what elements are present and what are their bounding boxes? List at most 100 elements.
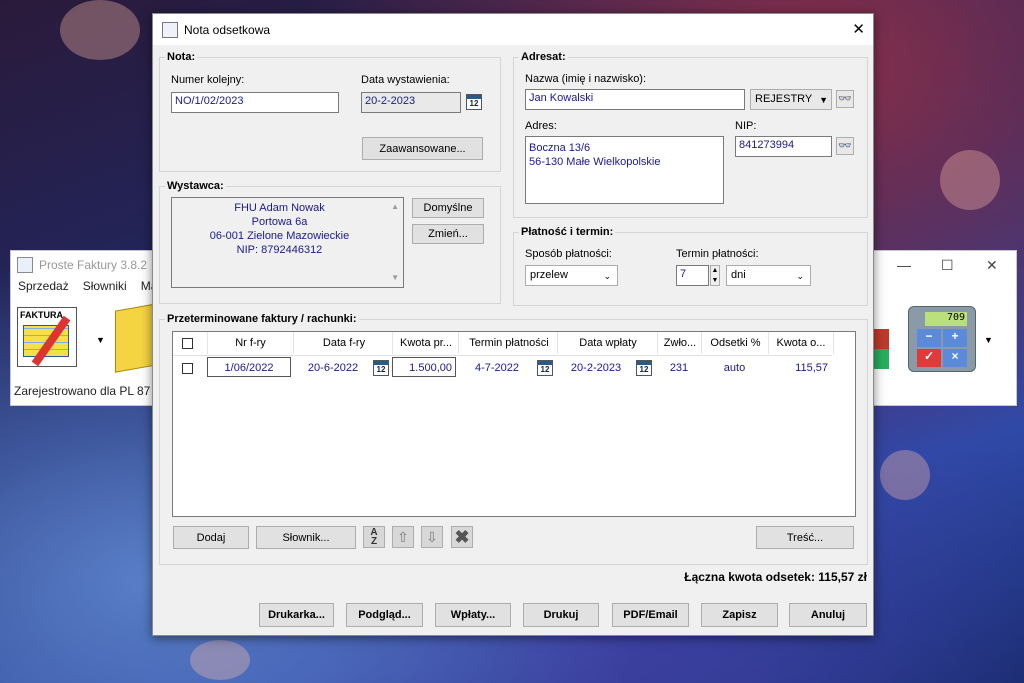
- cell-due-date[interactable]: 4-7-2022: [458, 358, 536, 378]
- column-header[interactable]: Kwota pr...: [392, 332, 459, 354]
- faktura-toolbar-icon[interactable]: FAKTURA: [17, 303, 79, 369]
- binoculars-icon[interactable]: 👓: [836, 137, 854, 155]
- calendar-icon[interactable]: 12: [537, 360, 553, 376]
- cell-invoice-date[interactable]: 20-6-2022: [293, 358, 373, 378]
- app-logo-icon: [17, 257, 33, 273]
- scroll-up-icon[interactable]: ▲: [391, 200, 399, 214]
- folder-toolbar-icon[interactable]: [115, 303, 157, 373]
- platnosc-group-title: Płatność i termin:: [519, 226, 616, 238]
- table-header: Nr f-ry Data f-ry Kwota pr... Termin pła…: [173, 332, 834, 356]
- bokeh-light: [880, 450, 930, 500]
- invoices-table: Nr f-ry Data f-ry Kwota pr... Termin pła…: [172, 331, 856, 517]
- column-header[interactable]: Nr f-ry: [207, 332, 293, 354]
- preview-button[interactable]: Podgląd...: [346, 603, 423, 627]
- menu-item-slowniki[interactable]: Słowniki: [83, 279, 127, 299]
- registers-label: REJESTRY: [755, 93, 813, 105]
- dialog-titlebar: Nota odsetkowa ✕: [153, 14, 873, 45]
- print-button[interactable]: Drukuj: [523, 603, 599, 627]
- cell-invoice-number[interactable]: 1/06/2022: [207, 357, 291, 377]
- address-label: Adres:: [525, 120, 557, 132]
- move-up-icon[interactable]: ⇧: [392, 526, 414, 548]
- cell-interest-amount[interactable]: 115,57: [768, 358, 830, 378]
- printer-settings-button[interactable]: Drukarka...: [259, 603, 334, 627]
- default-issuer-button[interactable]: Domyślne: [412, 198, 484, 218]
- adresat-group-title: Adresat:: [519, 51, 568, 63]
- pdf-email-button[interactable]: PDF/Email: [612, 603, 689, 627]
- select-all-checkbox[interactable]: [182, 338, 193, 349]
- address-line: Boczna 13/6: [529, 142, 591, 154]
- minimize-icon[interactable]: —: [897, 257, 911, 273]
- add-row-button[interactable]: Dodaj: [173, 526, 249, 549]
- background-app-title: Proste Faktury 3.8.2: [39, 258, 148, 272]
- payment-method-label: Sposób płatności:: [525, 248, 612, 260]
- calendar-icon[interactable]: 12: [466, 94, 482, 110]
- chevron-down-icon: ▼: [819, 95, 828, 105]
- content-button[interactable]: Treść...: [756, 526, 854, 549]
- issue-date-input[interactable]: 20-2-2023: [361, 92, 461, 113]
- payments-button[interactable]: Wpłaty...: [435, 603, 511, 627]
- close-icon[interactable]: ✕: [986, 257, 998, 274]
- column-header[interactable]: Data wpłaty: [557, 332, 658, 354]
- nip-input[interactable]: 841273994: [735, 136, 832, 157]
- payment-term-input[interactable]: 7: [676, 265, 709, 286]
- number-input[interactable]: NO/1/02/2023: [171, 92, 339, 113]
- issuer-line: NIP: 8792446312: [236, 244, 323, 256]
- change-issuer-button[interactable]: Zmień...: [412, 224, 484, 244]
- chevron-down-icon[interactable]: ▼: [96, 335, 105, 345]
- chevron-down-icon[interactable]: ▼: [984, 335, 993, 345]
- background-app-status: Zarejestrowano dla PL 87: [14, 384, 151, 398]
- issuer-line: 06-001 Zielone Mazowieckie: [209, 230, 350, 242]
- save-button[interactable]: Zapisz: [701, 603, 778, 627]
- payment-term-unit-value: dni: [731, 269, 746, 281]
- bokeh-light: [940, 150, 1000, 210]
- total-interest: Łączna kwota odsetek: 115,57 zł: [684, 570, 867, 584]
- registers-dropdown[interactable]: REJESTRY ▼: [750, 89, 832, 110]
- address-textarea[interactable]: Boczna 13/6 56-130 Małe Wielkopolskie: [525, 136, 724, 204]
- menu-item-sprzedaz[interactable]: Sprzedaż: [18, 279, 69, 299]
- cell-interest-rate[interactable]: auto: [701, 358, 768, 378]
- payment-term-spinner[interactable]: ▲ ▼: [710, 265, 720, 286]
- binoculars-icon[interactable]: 👓: [836, 90, 854, 108]
- close-icon[interactable]: ✕: [852, 20, 865, 38]
- issuer-line: FHU Adam Nowak: [234, 202, 325, 214]
- issue-date-label: Data wystawienia:: [361, 74, 450, 86]
- faktura-icon-label: FAKTURA: [20, 310, 63, 320]
- row-checkbox[interactable]: [182, 363, 193, 374]
- nota-group-title: Nota:: [165, 51, 198, 63]
- calendar-icon[interactable]: 12: [636, 360, 652, 376]
- scroll-down-icon[interactable]: ▼: [391, 271, 399, 285]
- advanced-button[interactable]: Zaawansowane...: [362, 137, 483, 160]
- chevron-down-icon: ⌄: [796, 271, 804, 281]
- cell-payment-date[interactable]: 20-2-2023: [557, 358, 635, 378]
- calendar-icon[interactable]: 12: [373, 360, 389, 376]
- issuer-textbox[interactable]: FHU Adam Nowak Portowa 6a 06-001 Zielone…: [171, 197, 404, 288]
- dictionary-button[interactable]: Słownik...: [256, 526, 356, 549]
- table-row[interactable]: 1/06/2022 20-6-2022 12 1.500,00 4-7-2022…: [173, 356, 832, 379]
- payment-term-unit-select[interactable]: dni ⌄: [726, 265, 811, 286]
- payment-method-select[interactable]: przelew ⌄: [525, 265, 618, 286]
- column-header[interactable]: Termin płatności: [458, 332, 559, 354]
- delete-row-icon[interactable]: ✖: [451, 526, 473, 548]
- recipient-name-input[interactable]: Jan Kowalski: [525, 89, 745, 110]
- maximize-icon[interactable]: ☐: [941, 257, 954, 274]
- wystawca-group-title: Wystawca:: [165, 180, 226, 192]
- chevron-down-icon: ⌄: [603, 271, 611, 281]
- column-header[interactable]: Odsetki %: [701, 332, 769, 354]
- nip-label: NIP:: [735, 120, 757, 132]
- column-header[interactable]: Zwło...: [657, 332, 702, 354]
- cancel-button[interactable]: Anuluj: [789, 603, 867, 627]
- column-header[interactable]: Data f-ry: [293, 332, 394, 354]
- dialog-title: Nota odsetkowa: [184, 22, 271, 37]
- bokeh-light: [190, 640, 250, 680]
- invoices-group-title: Przeterminowane faktury / rachunki:: [165, 313, 359, 325]
- payment-method-value: przelew: [530, 269, 568, 281]
- calculator-icon[interactable]: 709 − + ✓ ×: [908, 306, 976, 372]
- column-header[interactable]: Kwota o...: [768, 332, 834, 354]
- move-down-icon[interactable]: ⇩: [421, 526, 443, 548]
- cell-amount[interactable]: 1.500,00: [392, 357, 456, 377]
- address-line: 56-130 Małe Wielkopolskie: [529, 156, 661, 168]
- number-label: Numer kolejny:: [171, 74, 245, 86]
- cell-delay-days[interactable]: 231: [657, 358, 701, 378]
- sort-icon[interactable]: AZ: [363, 526, 385, 548]
- bokeh-light: [60, 0, 140, 60]
